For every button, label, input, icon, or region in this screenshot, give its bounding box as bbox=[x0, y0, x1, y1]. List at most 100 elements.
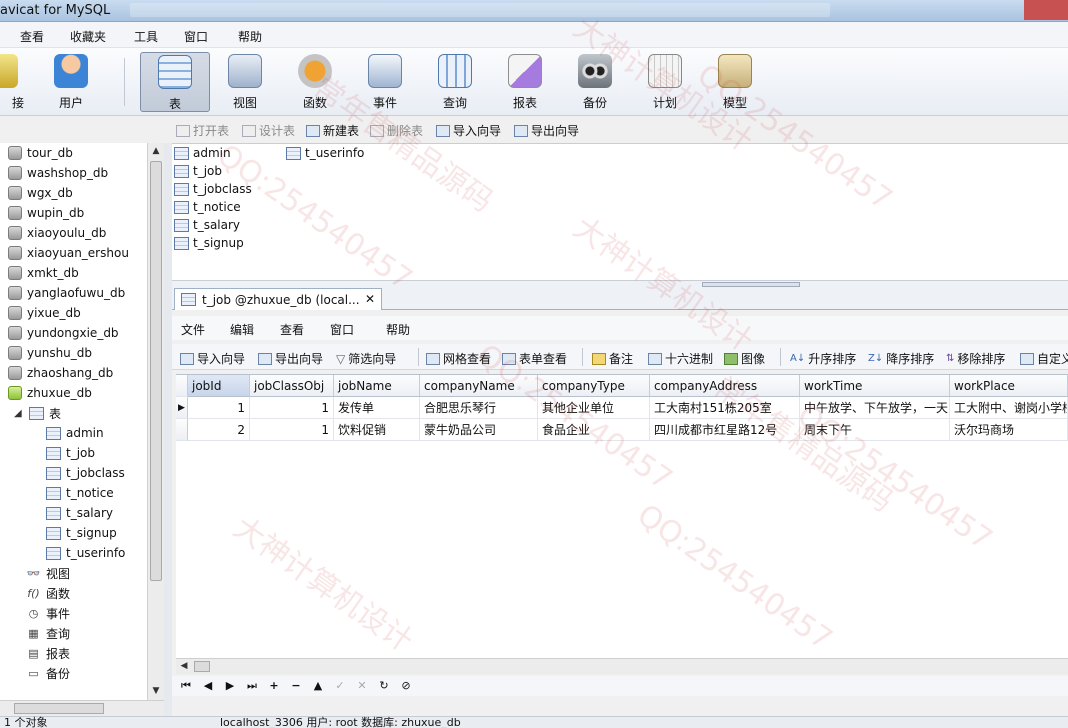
object-item[interactable]: admin bbox=[174, 144, 231, 162]
function-button[interactable]: 函数 bbox=[280, 52, 350, 112]
open-table-button[interactable]: 打开表 bbox=[176, 122, 229, 139]
table-cell[interactable]: 饮料促销 bbox=[334, 419, 420, 441]
tree-db-item[interactable]: yundongxie_db bbox=[8, 323, 119, 343]
menu-help[interactable]: 帮助 bbox=[238, 28, 262, 45]
scroll-up-arrow-icon[interactable]: ▲ bbox=[148, 143, 164, 159]
tree-table-item[interactable]: t_job bbox=[46, 443, 95, 463]
form-view-button[interactable]: 表单查看 bbox=[502, 350, 567, 367]
sidebar-vertical-scrollbar[interactable]: ▲ ▼ bbox=[147, 143, 164, 700]
query-button[interactable]: 查询 bbox=[420, 52, 490, 112]
filter-wizard-button[interactable]: ▽ 筛选向导 bbox=[336, 350, 396, 367]
table-cell[interactable]: 沃尔玛商场 bbox=[950, 419, 1068, 441]
tree-table-item[interactable]: admin bbox=[46, 423, 104, 443]
column-header[interactable]: jobName bbox=[334, 375, 420, 397]
table-cell[interactable]: 四川成都市红星路12号 bbox=[650, 419, 800, 441]
horizontal-splitter[interactable] bbox=[172, 280, 1068, 288]
column-header[interactable]: companyType bbox=[538, 375, 650, 397]
tree-table-item[interactable]: t_notice bbox=[46, 483, 114, 503]
report-button[interactable]: 报表 bbox=[490, 52, 560, 112]
table-cell[interactable]: 其他企业单位 bbox=[538, 397, 650, 419]
next-record-icon[interactable]: ▶ bbox=[222, 678, 238, 694]
tree-reports-node[interactable]: ▤ 报表 bbox=[26, 643, 70, 663]
backup-button[interactable]: 备份 bbox=[560, 52, 630, 112]
tree-db-item[interactable]: wgx_db bbox=[8, 183, 73, 203]
object-item[interactable]: t_signup bbox=[174, 234, 244, 252]
image-button[interactable]: 图像 bbox=[724, 350, 765, 367]
tab-t-job[interactable]: t_job @zhuxue_db (local... ✕ bbox=[174, 288, 382, 310]
new-table-button[interactable]: 新建表 bbox=[306, 122, 359, 139]
table-cell[interactable]: 周末下午 bbox=[800, 419, 950, 441]
menu-favorites[interactable]: 收藏夹 bbox=[70, 28, 106, 45]
tree-db-item[interactable]: wupin_db bbox=[8, 203, 84, 223]
tree-table-item[interactable]: t_userinfo bbox=[46, 543, 125, 563]
column-header[interactable]: workPlace bbox=[950, 375, 1068, 397]
event-button[interactable]: 事件 bbox=[350, 52, 420, 112]
tree-db-item[interactable]: zhaoshang_db bbox=[8, 363, 113, 383]
import-wizard-button[interactable]: 导入向导 bbox=[436, 122, 501, 139]
table-cell[interactable]: 合肥思乐琴行 bbox=[420, 397, 538, 419]
object-item[interactable]: t_jobclass bbox=[174, 180, 252, 198]
view-button[interactable]: 视图 bbox=[210, 52, 280, 112]
window-close-button[interactable] bbox=[1024, 0, 1068, 20]
export-wizard-button[interactable]: 导出向导 bbox=[258, 350, 323, 367]
sort-ascending-button[interactable]: A↓ 升序排序 bbox=[790, 350, 856, 367]
cancel-changes-icon[interactable]: ✕ bbox=[354, 678, 370, 694]
custom-sort-button[interactable]: 自定义 bbox=[1020, 350, 1068, 367]
table-cell[interactable]: 工大南村151栋205室 bbox=[650, 397, 800, 419]
object-item[interactable]: t_job bbox=[174, 162, 222, 180]
menu-view[interactable]: 查看 bbox=[20, 28, 44, 45]
column-header[interactable]: workTime bbox=[800, 375, 950, 397]
edit-record-icon[interactable]: ▲ bbox=[310, 678, 326, 694]
collapse-icon[interactable]: ◢ bbox=[14, 408, 24, 419]
close-icon[interactable]: ✕ bbox=[365, 292, 375, 306]
column-header[interactable]: jobClassObj bbox=[250, 375, 334, 397]
row-selector[interactable] bbox=[176, 419, 188, 441]
table-cell[interactable]: 1 bbox=[188, 397, 250, 419]
tree-tables-node[interactable]: ◢ 表 bbox=[14, 403, 61, 423]
editor-menu-view[interactable]: 查看 bbox=[280, 321, 304, 338]
row-selector-header[interactable] bbox=[176, 375, 188, 397]
tree-table-item[interactable]: t_signup bbox=[46, 523, 117, 543]
table-cell[interactable]: 1 bbox=[250, 419, 334, 441]
table-button[interactable]: 表 bbox=[140, 52, 210, 112]
table-cell[interactable]: 工大附中、谢岗小学校 bbox=[950, 397, 1068, 419]
tree-db-item[interactable]: yanglaofuwu_db bbox=[8, 283, 125, 303]
sidebar-horizontal-scrollbar[interactable] bbox=[0, 700, 164, 716]
table-cell[interactable]: 发传单 bbox=[334, 397, 420, 419]
sort-descending-button[interactable]: Z↓ 降序排序 bbox=[868, 350, 934, 367]
object-item[interactable]: t_notice bbox=[174, 198, 241, 216]
prior-record-icon[interactable]: ◀ bbox=[200, 678, 216, 694]
menu-tools[interactable]: 工具 bbox=[134, 28, 158, 45]
table-row[interactable]: 2 1 饮料促销 蒙牛奶品公司 食品企业 四川成都市红星路12号 周末下午 沃尔… bbox=[176, 419, 1068, 441]
tree-db-item[interactable]: yunshu_db bbox=[8, 343, 92, 363]
delete-record-icon[interactable]: − bbox=[288, 678, 304, 694]
add-record-icon[interactable]: + bbox=[266, 678, 282, 694]
tree-table-item[interactable]: t_salary bbox=[46, 503, 113, 523]
connection-tree[interactable]: tour_db washshop_db wgx_db wupin_db xiao… bbox=[0, 143, 164, 700]
menu-window[interactable]: 窗口 bbox=[184, 28, 208, 45]
grid-horizontal-scrollbar[interactable]: ◀ bbox=[176, 658, 1068, 674]
table-cell[interactable]: 1 bbox=[250, 397, 334, 419]
remove-sort-button[interactable]: ⇅ 移除排序 bbox=[946, 350, 1005, 367]
column-header[interactable]: companyAddress bbox=[650, 375, 800, 397]
column-header[interactable]: jobId bbox=[188, 375, 250, 397]
tree-queries-node[interactable]: ▦ 查询 bbox=[26, 623, 70, 643]
grid-view-button[interactable]: 网格查看 bbox=[426, 350, 491, 367]
scrollbar-thumb[interactable] bbox=[194, 661, 210, 672]
tree-functions-node[interactable]: f() 函数 bbox=[26, 583, 70, 603]
connection-button[interactable]: 接 bbox=[0, 52, 36, 112]
refresh-icon[interactable]: ↻ bbox=[376, 678, 392, 694]
user-button[interactable]: 用户 bbox=[36, 52, 106, 112]
tree-events-node[interactable]: ◷ 事件 bbox=[26, 603, 70, 623]
scrollbar-thumb[interactable] bbox=[14, 703, 104, 714]
tree-db-item[interactable]: xiaoyuan_ershou bbox=[8, 243, 129, 263]
tree-views-node[interactable]: 👓 视图 bbox=[26, 563, 70, 583]
tree-db-item[interactable]: xmkt_db bbox=[8, 263, 79, 283]
schedule-button[interactable]: 计划 bbox=[630, 52, 700, 112]
memo-button[interactable]: 备注 bbox=[592, 350, 633, 367]
import-wizard-button[interactable]: 导入向导 bbox=[180, 350, 245, 367]
tree-backups-node[interactable]: ▭ 备份 bbox=[26, 663, 70, 683]
table-cell[interactable]: 食品企业 bbox=[538, 419, 650, 441]
last-record-icon[interactable]: ⏭ bbox=[244, 678, 260, 694]
tree-db-item-selected[interactable]: zhuxue_db bbox=[8, 383, 92, 403]
